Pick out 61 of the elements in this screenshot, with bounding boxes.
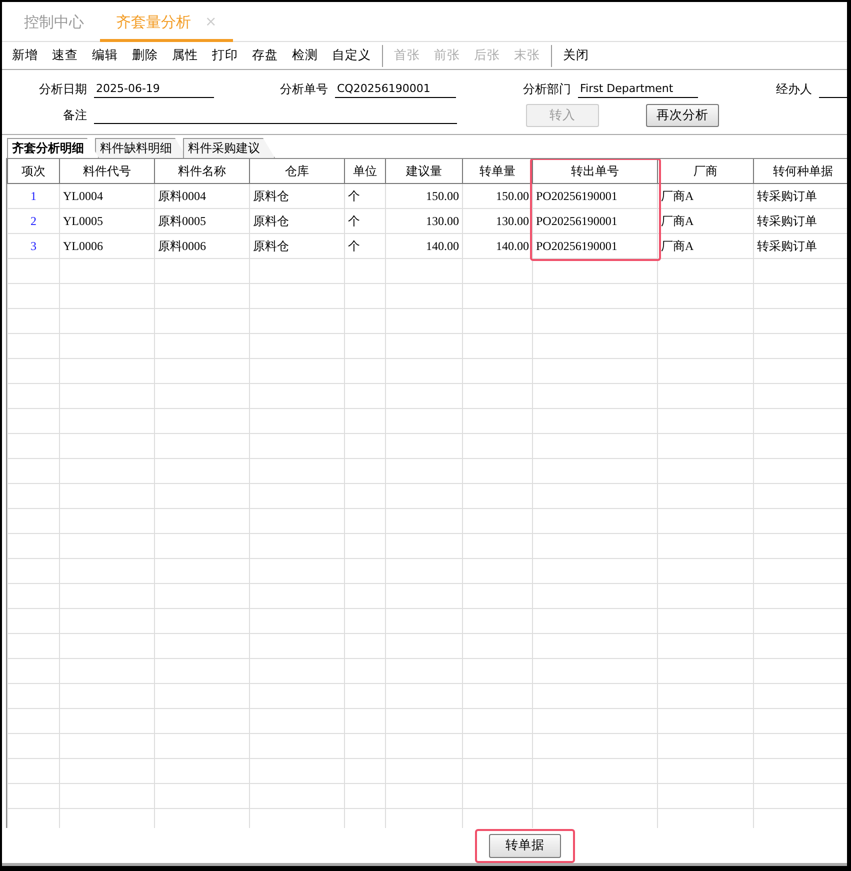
column-header[interactable]: 厂商	[658, 159, 754, 183]
column-header[interactable]: 料件名称	[154, 159, 250, 183]
column-header[interactable]: 转何种单据	[754, 159, 847, 183]
field-label: 分析部门	[522, 81, 571, 98]
convert-button[interactable]: 转单据	[489, 834, 561, 858]
table-cell: 原料0004	[154, 183, 250, 208]
table-cell: 3	[8, 233, 60, 258]
column-header[interactable]: 仓库	[250, 159, 344, 183]
toolbar-button[interactable]: 打印	[205, 44, 245, 68]
column-header[interactable]: 项次	[8, 159, 60, 183]
table-cell: YL0006	[60, 233, 154, 258]
table-cell: 个	[344, 233, 386, 258]
field-label: 分析单号	[279, 81, 328, 98]
table-cell: 厂商A	[658, 233, 754, 258]
input-field[interactable]: CQ20256190001	[335, 80, 456, 98]
column-header[interactable]: 料件代号	[60, 159, 154, 183]
toolbar-button[interactable]: 速查	[45, 44, 85, 68]
table-cell: YL0004	[60, 183, 154, 208]
table-cell: PO20256190001	[532, 183, 658, 208]
tab-label: 控制中心	[24, 12, 84, 33]
table-cell: 个	[344, 183, 386, 208]
input-field[interactable]: First Department	[578, 80, 698, 98]
tab[interactable]: 料件采购建议	[183, 138, 275, 158]
table-cell: 原料仓	[250, 183, 344, 208]
toolbar-button[interactable]: 检测	[285, 44, 325, 68]
table-cell: 1	[8, 183, 60, 208]
table-cell: 150.00	[386, 183, 462, 208]
table-cell: 厂商A	[658, 183, 754, 208]
table-cell: 130.00	[462, 208, 532, 233]
tab[interactable]: 齐套分析明细	[7, 138, 99, 158]
table-cell: 原料0005	[154, 208, 250, 233]
form-button[interactable]: 再次分析	[646, 104, 719, 126]
table-cell: 150.00	[462, 183, 532, 208]
field-label: 备注	[62, 107, 87, 124]
table-cell: 厂商A	[658, 208, 754, 233]
table-cell: PO20256190001	[532, 233, 658, 258]
table-cell: 130.00	[386, 208, 462, 233]
table-cell: YL0005	[60, 208, 154, 233]
table-cell: 原料仓	[250, 208, 344, 233]
column-header[interactable]: 单位	[344, 159, 386, 183]
table-cell: 原料0006	[154, 233, 250, 258]
column-header[interactable]: 建议量	[386, 159, 462, 183]
table-cell: 个	[344, 208, 386, 233]
field-label: 经办人	[775, 81, 812, 98]
column-header[interactable]: 转单量	[462, 159, 532, 183]
table-cell: PO20256190001	[532, 208, 658, 233]
field-label: 分析日期	[38, 81, 87, 98]
toolbar-button[interactable]: 属性	[165, 44, 205, 68]
toolbar-button[interactable]: 自定义	[325, 44, 378, 68]
toolbar-button[interactable]: 存盘	[245, 44, 285, 68]
column-header[interactable]: 转出单号	[532, 159, 658, 183]
toolbar-button[interactable]: 删除	[125, 44, 165, 68]
table-cell: 140.00	[462, 233, 532, 258]
input-field[interactable]: 2025-06-19	[94, 80, 214, 98]
table-cell: 2	[8, 208, 60, 233]
table-cell: 原料仓	[250, 233, 344, 258]
toolbar-button[interactable]: 新增	[5, 44, 45, 68]
table-cell: 140.00	[386, 233, 462, 258]
tab-label: 齐套量分析	[116, 12, 191, 33]
toolbar-button[interactable]: 编辑	[85, 44, 125, 68]
toolbar-button[interactable]: 关闭	[556, 44, 596, 68]
